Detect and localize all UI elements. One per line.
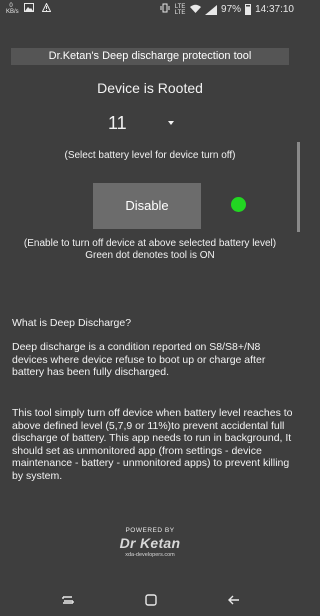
warning-icon xyxy=(41,2,52,15)
back-icon[interactable] xyxy=(226,592,242,608)
powered-by-label: POWERED BY xyxy=(125,527,175,534)
powered-by-logo: POWERED BY Dr Ketan xda-developers.com xyxy=(0,527,300,558)
scrollbar[interactable] xyxy=(297,142,300,232)
battery-level-value: 11 xyxy=(108,113,127,133)
status-bar-left: 0 KB/s xyxy=(6,2,52,15)
picture-icon xyxy=(24,3,34,15)
brand-name: Dr Ketan xyxy=(119,535,181,551)
battery-level-select[interactable]: 11 xyxy=(108,113,178,137)
status-bar-right: LTE LTE 97% 14:37:10 xyxy=(160,3,294,16)
enable-hint: (Enable to turn off device at above sele… xyxy=(23,238,277,261)
info-title: What is Deep Discharge? xyxy=(12,317,132,329)
chevron-down-icon xyxy=(168,121,174,125)
vibrate-icon xyxy=(160,3,170,16)
clock: 14:37:10 xyxy=(255,4,294,15)
disable-button[interactable]: Disable xyxy=(93,183,201,229)
battery-percent: 97% xyxy=(221,4,242,15)
tool-status-dot xyxy=(231,197,246,212)
home-icon[interactable] xyxy=(143,592,159,608)
battery-icon xyxy=(245,4,252,15)
brand-site: xda-developers.com xyxy=(125,552,175,558)
status-bar: 0 KB/s LTE LTE 97% 14:37:10 xyxy=(0,0,300,20)
network-type: LTE LTE xyxy=(174,3,186,16)
navigation-bar xyxy=(0,584,300,616)
info-paragraph-1: Deep discharge is a condition reported o… xyxy=(12,341,266,378)
recents-icon[interactable] xyxy=(60,592,76,608)
app-title: Dr.Ketan's Deep discharge protection too… xyxy=(11,48,289,65)
info-paragraph-2: This tool simply turn off device when ba… xyxy=(12,407,293,482)
select-hint: (Select battery level for device turn of… xyxy=(64,150,236,161)
wifi-icon xyxy=(190,4,202,16)
device-status-text: Device is Rooted xyxy=(97,80,203,96)
network-speed: 0 KB/s xyxy=(6,3,19,15)
signal-icon xyxy=(205,4,218,15)
